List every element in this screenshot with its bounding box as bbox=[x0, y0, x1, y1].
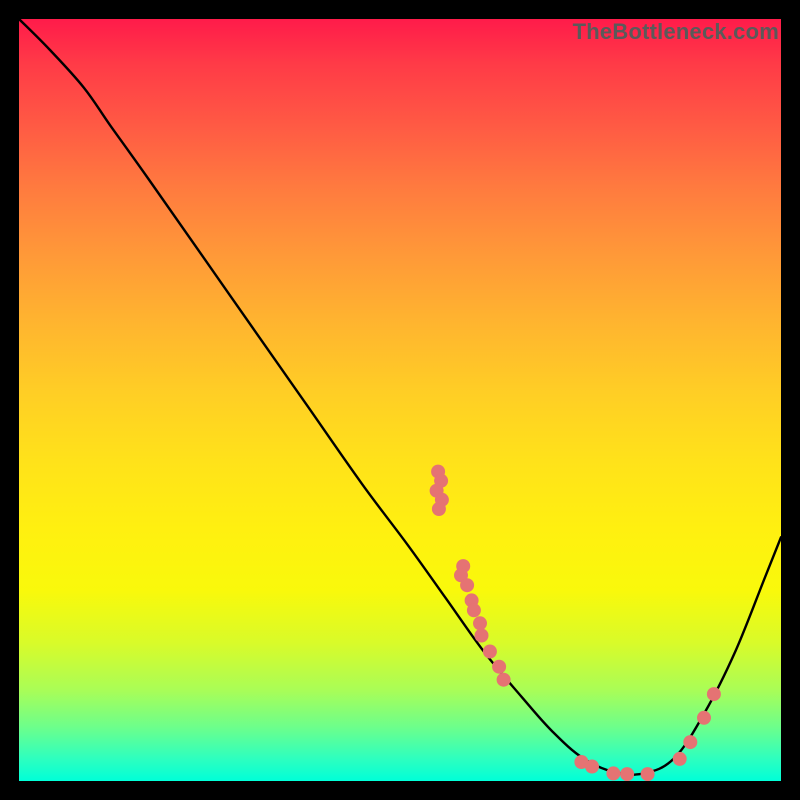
data-points-group bbox=[430, 465, 721, 781]
chart-frame: TheBottleneck.com bbox=[19, 19, 781, 781]
data-point bbox=[641, 767, 655, 781]
chart-svg bbox=[19, 19, 781, 781]
bottleneck-curve bbox=[19, 19, 781, 775]
watermark-text: TheBottleneck.com bbox=[573, 19, 779, 45]
data-point bbox=[432, 502, 446, 516]
data-point bbox=[483, 645, 497, 659]
data-point bbox=[460, 578, 474, 592]
data-point bbox=[697, 711, 711, 725]
data-point bbox=[473, 616, 487, 630]
data-point bbox=[606, 766, 620, 780]
data-point bbox=[683, 735, 697, 749]
data-point bbox=[467, 603, 481, 617]
data-point bbox=[585, 760, 599, 774]
data-point bbox=[492, 660, 506, 674]
data-point bbox=[475, 629, 489, 643]
data-point bbox=[497, 673, 511, 687]
data-point bbox=[673, 752, 687, 766]
data-point bbox=[620, 767, 634, 781]
data-point bbox=[707, 687, 721, 701]
